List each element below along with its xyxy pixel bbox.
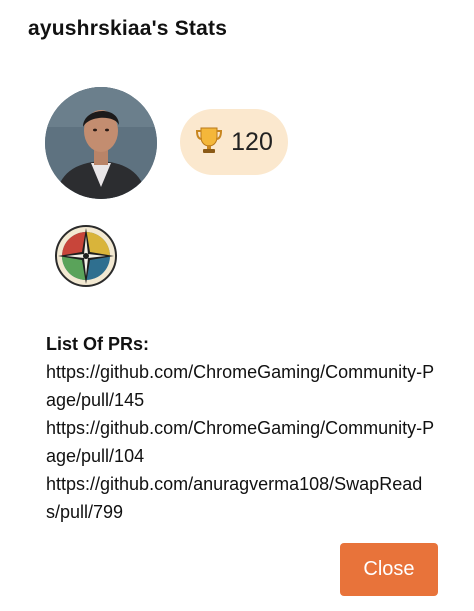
achievement-badge-icon	[49, 219, 123, 293]
avatar	[45, 87, 157, 199]
points-badge: 120	[180, 109, 288, 175]
pr-list-heading: List Of PRs:	[46, 334, 150, 354]
pr-list: List Of PRs: https://github.com/ChromeGa…	[46, 330, 446, 526]
stats-modal: ayushrskiaa's Stats 120 List Of PRs: htt…	[0, 0, 474, 611]
trophy-icon	[195, 125, 223, 160]
points-value: 120	[231, 127, 273, 156]
pr-link[interactable]: https://github.com/ChromeGaming/Communit…	[46, 358, 436, 414]
pr-link[interactable]: https://github.com/ChromeGaming/Communit…	[46, 414, 436, 470]
pr-link[interactable]: https://github.com/anuragverma108/SwapRe…	[46, 470, 436, 526]
close-button[interactable]: Close	[340, 543, 438, 596]
modal-title: ayushrskiaa's Stats	[28, 17, 228, 40]
